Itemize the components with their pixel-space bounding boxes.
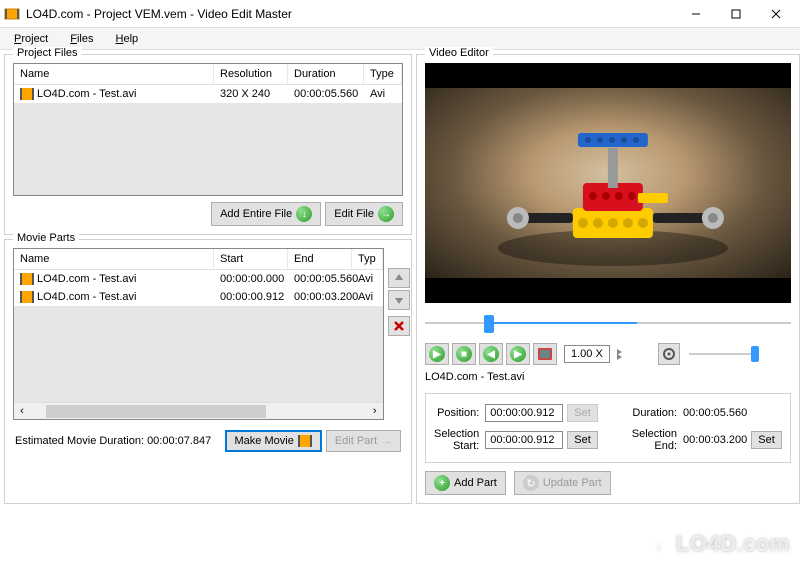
duration-value: 00:00:05.560 (683, 407, 747, 419)
film-icon (20, 88, 34, 100)
position-set-button[interactable]: Set (567, 404, 598, 422)
col-resolution[interactable]: Resolution (214, 64, 288, 84)
project-files-group: Project Files Name Resolution Duration T… (4, 54, 412, 235)
edit-part-button[interactable]: Edit Part → (326, 430, 401, 452)
film-icon (298, 435, 312, 447)
sel-end-label: Selection End: (602, 428, 679, 452)
position-input[interactable] (485, 404, 563, 422)
current-file-label: LO4D.com - Test.avi (425, 371, 791, 383)
window-title: LO4D.com - Project VEM.vem - Video Edit … (26, 7, 676, 21)
movie-parts-list[interactable]: Name Start End Typ LO4D.com - Test.avi 0… (13, 248, 384, 420)
delete-button[interactable] (388, 316, 410, 336)
stop-button[interactable]: ■ (452, 343, 476, 365)
project-files-title: Project Files (13, 47, 82, 59)
settings-button[interactable] (658, 343, 680, 365)
step-back-button[interactable]: ◀ (479, 343, 503, 365)
snapshot-button[interactable] (533, 343, 557, 365)
video-frame (425, 88, 791, 278)
add-entire-file-button[interactable]: Add Entire File↓ (211, 202, 321, 226)
menu-files[interactable]: Files (60, 31, 103, 47)
col-type[interactable]: Type (364, 64, 402, 84)
col-start[interactable]: Start (214, 249, 288, 269)
plus-icon: + (434, 475, 450, 491)
position-info-box: Position: Set Duration: 00:00:05.560 Sel… (425, 393, 791, 463)
col-end[interactable]: End (288, 249, 352, 269)
col-type[interactable]: Typ (352, 249, 383, 269)
minimize-button[interactable] (676, 2, 716, 26)
estimated-value: 00:00:07.847 (147, 435, 211, 447)
step-forward-button[interactable]: ▶ (506, 343, 530, 365)
col-name[interactable]: Name (14, 249, 214, 269)
move-up-button[interactable] (388, 268, 410, 288)
speed-display: 1.00 X (564, 345, 610, 363)
horizontal-scrollbar[interactable]: ‹ › (14, 402, 383, 419)
movie-parts-group: Movie Parts Name Start End Typ LO4D.com … (4, 239, 412, 504)
movie-parts-title: Movie Parts (13, 232, 79, 244)
list-row[interactable]: LO4D.com - Test.avi 320 X 240 00:00:05.5… (14, 85, 402, 103)
project-files-list[interactable]: Name Resolution Duration Type LO4D.com -… (13, 63, 403, 196)
sel-start-set-button[interactable]: Set (567, 431, 598, 449)
titlebar: LO4D.com - Project VEM.vem - Video Edit … (0, 0, 800, 28)
timeline-slider[interactable] (425, 311, 791, 335)
video-editor-group: Video Editor (416, 54, 800, 504)
timeline-thumb[interactable] (484, 315, 494, 333)
video-preview (425, 63, 791, 303)
arrow-down-icon: ↓ (296, 206, 312, 222)
watermark: ↓LO4D.com (646, 531, 790, 558)
film-icon (20, 273, 34, 285)
menu-project[interactable]: Project (4, 31, 58, 47)
video-editor-title: Video Editor (425, 47, 493, 59)
col-duration[interactable]: Duration (288, 64, 364, 84)
list-row[interactable]: LO4D.com - Test.avi 00:00:00.000 00:00:0… (14, 270, 383, 288)
duration-label: Duration: (602, 407, 679, 419)
arrow-right-icon: → (378, 206, 394, 222)
add-part-button[interactable]: +Add Part (425, 471, 506, 495)
film-icon (20, 291, 34, 303)
estimated-label: Estimated Movie Duration: (15, 435, 144, 447)
edit-file-button[interactable]: Edit File→ (325, 202, 403, 226)
position-label: Position: (434, 407, 481, 419)
sel-start-label: Selection Start: (434, 428, 481, 452)
col-name[interactable]: Name (14, 64, 214, 84)
close-button[interactable] (756, 2, 796, 26)
move-down-button[interactable] (388, 290, 410, 310)
volume-slider[interactable] (689, 353, 759, 355)
app-icon (4, 6, 20, 22)
menu-help[interactable]: Help (106, 31, 149, 47)
list-row[interactable]: LO4D.com - Test.avi 00:00:00.912 00:00:0… (14, 288, 383, 306)
update-part-button[interactable]: ↻Update Part (514, 471, 611, 495)
menubar: Project Files Help (0, 28, 800, 50)
sel-end-set-button[interactable]: Set (751, 431, 782, 449)
sel-start-input[interactable] (485, 431, 563, 449)
make-movie-button[interactable]: Make Movie (225, 430, 322, 452)
play-button[interactable]: ▶ (425, 343, 449, 365)
sel-end-value: 00:00:03.200 (683, 434, 747, 446)
maximize-button[interactable] (716, 2, 756, 26)
